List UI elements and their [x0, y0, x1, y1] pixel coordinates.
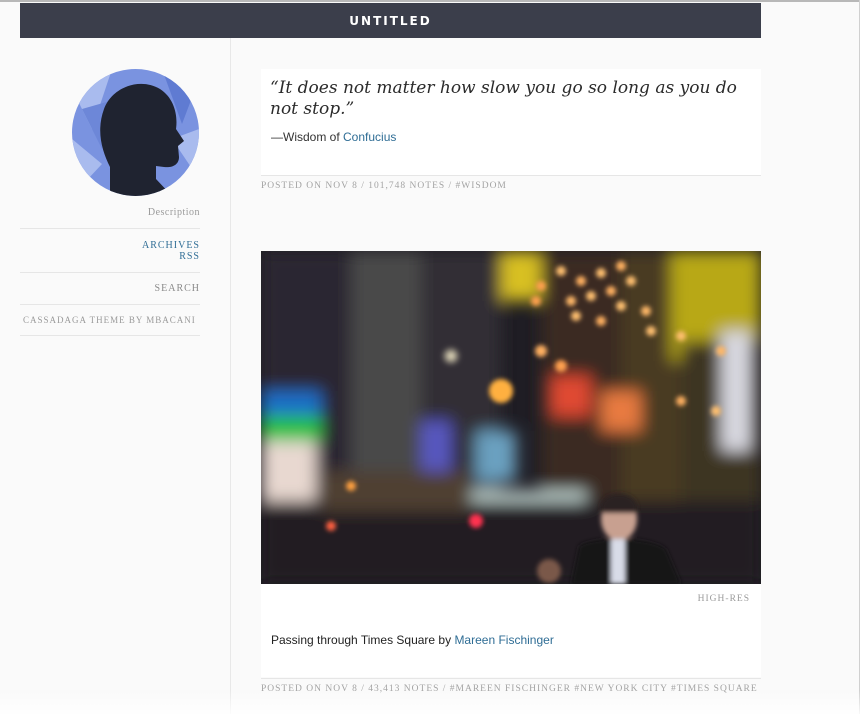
quote-source: —Wisdom of Confucius: [271, 130, 396, 144]
sidebar-divider: [20, 228, 200, 229]
photo-caption: Passing through Times Square by Mareen F…: [271, 633, 554, 647]
theme-credit-link[interactable]: CASSADAGA THEME BY MBACANI: [23, 315, 196, 325]
photo-post-body: HIGH-RES Passing through Times Square by…: [261, 584, 761, 677]
blog-header[interactable]: UNTITLED: [20, 3, 761, 38]
photo-caption-prefix: Passing through Times Square by: [271, 633, 455, 647]
sidebar-divider: [20, 335, 200, 336]
blog-description: Description: [147, 207, 200, 218]
window-top-border: [0, 0, 860, 2]
quote-source-link[interactable]: Confucius: [343, 130, 396, 144]
post-divider: [261, 175, 761, 176]
high-res-link[interactable]: HIGH-RES: [698, 594, 750, 604]
photo-image: [261, 251, 761, 584]
rss-link[interactable]: RSS: [179, 251, 200, 262]
blog-title[interactable]: UNTITLED: [349, 14, 431, 28]
post-divider: [261, 678, 761, 679]
head-silhouette-icon: [72, 69, 199, 196]
avatar[interactable]: [72, 69, 199, 196]
sidebar-divider: [20, 304, 200, 305]
quote-text: “It does not matter how slow you go so l…: [270, 78, 737, 119]
search-link[interactable]: SEARCH: [155, 283, 200, 294]
post-photo[interactable]: [261, 251, 761, 584]
sidebar-divider: [20, 272, 200, 273]
quote-post: “It does not matter how slow you go so l…: [261, 69, 761, 175]
post-meta[interactable]: POSTED ON NOV 8 / 43,413 NOTES / #MAREEN…: [261, 684, 761, 694]
archives-link[interactable]: ARCHIVES: [142, 240, 200, 251]
post-meta[interactable]: POSTED ON NOV 8 / 101,748 NOTES / #WISDO…: [261, 181, 761, 191]
column-divider: [230, 38, 231, 714]
photographer-link[interactable]: Mareen Fischinger: [454, 633, 553, 647]
quote-source-prefix: —Wisdom of: [271, 130, 344, 144]
